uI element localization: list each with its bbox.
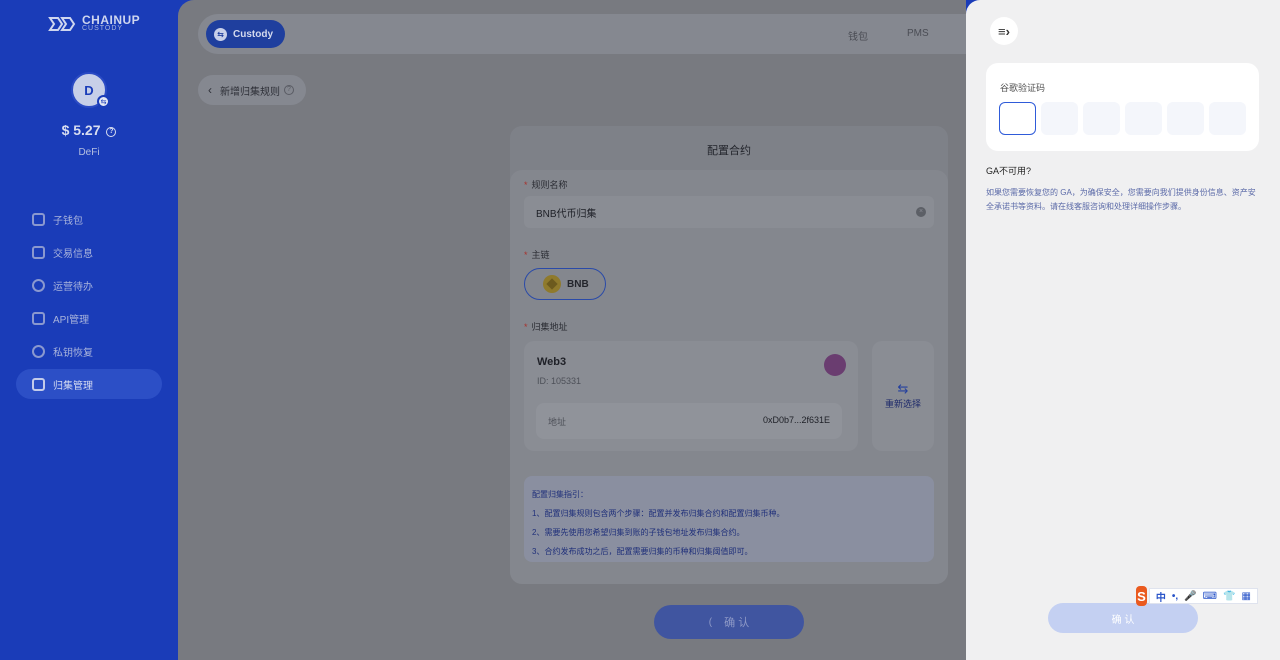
breadcrumb[interactable]: ‹ 新增归集规则 ? bbox=[198, 75, 306, 105]
rule-name-value: BNB代币归集 bbox=[536, 208, 597, 220]
key-recovery-icon bbox=[32, 344, 45, 358]
sidebar: CHAINUP CUSTODY D ⇆ $ 5.27 ? DeFi 子钱包 交易… bbox=[0, 0, 178, 660]
nav-link-wallet[interactable]: 钱包 bbox=[848, 28, 868, 43]
chain-option-bnb[interactable]: BNB bbox=[524, 268, 606, 300]
ime-bar: 中 •, 🎤 ⌨ 👕 ▦ bbox=[1148, 588, 1258, 604]
loading-spinner-icon: ( bbox=[708, 616, 713, 628]
sidebar-item-operations[interactable]: 运营待办 bbox=[16, 270, 162, 300]
page-title: 新增归集规则 bbox=[220, 86, 280, 98]
custody-icon: ⇆ bbox=[214, 27, 227, 41]
wallet-name: Web3 bbox=[537, 356, 567, 368]
panel-confirm-button[interactable]: 确 认 bbox=[1048, 603, 1198, 633]
wallet-id: ID: 105331 bbox=[537, 376, 582, 386]
wallet-icon bbox=[32, 212, 45, 226]
code-digit-4[interactable] bbox=[1125, 102, 1162, 135]
card-body: * 规则名称 BNB代币归集 × * 主链 BNB * 归集地址 Web3 ID: 1… bbox=[510, 170, 948, 584]
sidebar-item-label: API管理 bbox=[53, 314, 90, 326]
chain-label: * 主链 bbox=[524, 250, 550, 260]
ime-toolbar[interactable]: S 中 •, 🎤 ⌨ 👕 ▦ bbox=[1136, 586, 1258, 606]
verification-drawer: ≡› 谷歌验证码 GA不可用? 如果您需要恢复您的 GA，为确保安全，您需要向我… bbox=[966, 0, 1280, 660]
ga-code-box: 谷歌验证码 bbox=[986, 63, 1259, 151]
card-title: 配置合约 bbox=[707, 145, 751, 157]
sidebar-item-collection[interactable]: 归集管理 bbox=[16, 369, 162, 399]
brand-sub: CUSTODY bbox=[82, 25, 124, 32]
clear-icon[interactable]: × bbox=[916, 207, 926, 217]
bnb-icon bbox=[543, 275, 561, 293]
swap-icon: ⇆ bbox=[897, 381, 909, 396]
collection-guide: 配置归集指引： 1、配置归集规则包含两个步骤：配置并发布归集合约和配置归集币种。… bbox=[524, 476, 934, 562]
check-circle-icon bbox=[32, 278, 45, 292]
chevron-left-icon[interactable]: ‹ bbox=[208, 83, 212, 97]
main-content: ⇆ Custody 钱包 PMS ‹ 新增归集规则 ? 配置合约 * 规则名称 B… bbox=[178, 0, 966, 660]
ga-recovery-description: 如果您需要恢复您的 GA，为确保安全，您需要向我们提供身份信息、资产安全承诺书等… bbox=[986, 188, 1256, 211]
keyboard-icon[interactable]: ⌨ bbox=[1203, 591, 1217, 602]
chain-value: BNB bbox=[567, 278, 589, 290]
confirm-label: 确 认 bbox=[724, 617, 750, 629]
code-digit-3[interactable] bbox=[1083, 102, 1120, 135]
toolbox-icon[interactable]: ▦ bbox=[1242, 591, 1251, 602]
rule-name-label: * 规则名称 bbox=[524, 180, 568, 190]
balance-value: $ 5.27 bbox=[61, 122, 101, 138]
code-digit-1[interactable] bbox=[999, 102, 1036, 135]
account-name: DeFi bbox=[78, 147, 100, 158]
sidebar-item-label: 子钱包 bbox=[53, 215, 83, 227]
selected-wallet-card[interactable]: Web3 ID: 105331 地址 0xD0b7...2f631E bbox=[524, 341, 858, 451]
balance: $ 5.27 ? bbox=[0, 122, 178, 138]
switch-account-icon[interactable]: ⇆ bbox=[97, 95, 110, 108]
confirm-button[interactable]: ( 确 认 bbox=[654, 605, 804, 639]
top-bar: ⇆ Custody 钱包 PMS bbox=[198, 14, 966, 54]
api-icon bbox=[32, 311, 45, 325]
ga-unavailable-link[interactable]: GA不可用? bbox=[986, 164, 1031, 177]
reselect-label: 重新选择 bbox=[884, 399, 921, 409]
ime-chinese-mode[interactable]: 中 bbox=[1156, 589, 1166, 604]
help-icon[interactable]: ? bbox=[284, 85, 294, 95]
sidebar-item-label: 私钥恢复 bbox=[53, 347, 93, 359]
wallet-address-row: 地址 0xD0b7...2f631E bbox=[536, 403, 842, 439]
transaction-icon bbox=[32, 245, 45, 259]
code-digit-5[interactable] bbox=[1167, 102, 1204, 135]
sidebar-item-key-recovery[interactable]: 私钥恢复 bbox=[16, 336, 162, 366]
guide-line: 2、需要先使用您希望归集到账的子钱包地址发布归集合约。 bbox=[532, 528, 745, 537]
sidebar-item-api[interactable]: API管理 bbox=[16, 303, 162, 333]
chainup-logo-icon bbox=[48, 17, 76, 31]
sidebar-nav: 子钱包 交易信息 运营待办 API管理 私钥恢复 归集管理 bbox=[16, 204, 162, 402]
sidebar-item-sub-wallet[interactable]: 子钱包 bbox=[16, 204, 162, 234]
sogou-logo-icon[interactable]: S bbox=[1136, 586, 1147, 606]
sidebar-item-label: 交易信息 bbox=[53, 248, 93, 260]
wallet-logo-icon bbox=[824, 354, 846, 376]
guide-line: 1、配置归集规则包含两个步骤：配置并发布归集合约和配置归集币种。 bbox=[532, 509, 785, 518]
sidebar-item-label: 归集管理 bbox=[53, 380, 93, 392]
sidebar-item-transactions[interactable]: 交易信息 bbox=[16, 237, 162, 267]
ga-code-input[interactable] bbox=[999, 102, 1251, 135]
code-digit-6[interactable] bbox=[1209, 102, 1246, 135]
sidebar-item-label: 运营待办 bbox=[53, 281, 93, 293]
chainup-logo[interactable]: CHAINUP CUSTODY bbox=[46, 12, 140, 36]
code-digit-2[interactable] bbox=[1041, 102, 1078, 135]
custody-label: Custody bbox=[233, 28, 273, 40]
reselect-button[interactable]: ⇆ 重新选择 bbox=[872, 341, 934, 451]
microphone-icon[interactable]: 🎤 bbox=[1184, 591, 1196, 602]
rule-name-input[interactable]: BNB代币归集 × bbox=[524, 196, 934, 228]
collection-icon bbox=[32, 377, 45, 391]
address-value: 0xD0b7...2f631E bbox=[762, 415, 830, 425]
config-contract-card: 配置合约 * 规则名称 BNB代币归集 × * 主链 BNB * 归集地址 Web3 … bbox=[510, 126, 948, 584]
guide-title: 配置归集指引： bbox=[532, 490, 588, 499]
nav-link-pms[interactable]: PMS bbox=[907, 28, 929, 39]
address-label: * 归集地址 bbox=[524, 322, 568, 332]
guide-line: 3、合约发布成功之后，配置需要归集的币种和归集阈值即可。 bbox=[532, 547, 753, 556]
collapse-menu-icon[interactable]: ≡› bbox=[990, 17, 1018, 45]
ga-code-label: 谷歌验证码 bbox=[1000, 83, 1046, 93]
help-icon[interactable]: ? bbox=[106, 127, 117, 137]
skin-icon[interactable]: 👕 bbox=[1223, 591, 1235, 602]
custody-switch-button[interactable]: ⇆ Custody bbox=[206, 20, 285, 48]
address-field-label: 地址 bbox=[548, 417, 567, 427]
punctuation-icon[interactable]: •, bbox=[1172, 591, 1178, 602]
